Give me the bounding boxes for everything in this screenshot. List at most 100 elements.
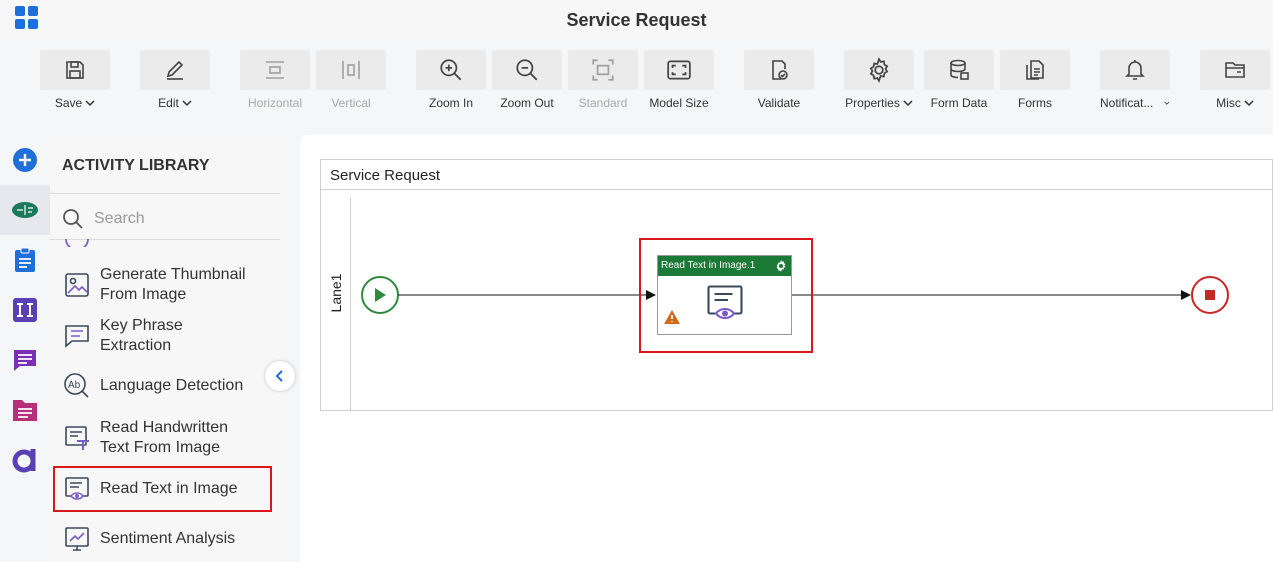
document-icon [13,400,37,421]
sentiment-icon [65,527,89,551]
library-item-label-line2: Extraction [100,337,172,354]
gear-icon [869,57,889,83]
model-size-button[interactable]: Model Size [644,50,714,116]
library-item-label: Sentiment Analysis [100,530,236,547]
rail-apps-button[interactable] [0,435,50,485]
clipboard-icon [15,247,35,272]
rail-integration-button[interactable] [0,285,50,335]
standard-label: Standard [578,96,628,110]
standard-size-icon [592,59,614,81]
integration-icon [13,298,37,322]
zoom-out-icon [516,59,538,81]
app-logo-icon [12,449,36,473]
library-header: ACTIVITY LIBRARY [62,157,210,174]
validate-icon [772,60,788,80]
rail-tasks-button[interactable] [0,235,50,285]
task-header: Read Text in Image.1 [658,256,791,276]
forms-button[interactable]: Forms [1000,50,1070,116]
handwritten-text-icon [65,426,89,450]
model-size-icon [667,60,691,80]
save-icon [66,61,84,79]
zoom-out-label: Zoom Out [500,96,554,110]
chevron-left-icon [275,370,283,382]
properties-label: Properties [845,96,900,110]
read-text-icon [707,285,743,320]
library-item-label-line2: From Image [100,286,187,303]
library-item-sentiment-analysis[interactable]: Sentiment Analysis [54,524,272,554]
toolbar: Save Edit Horizontal Vertical Zoom In Zo… [0,40,1273,116]
folder-icon [1225,62,1245,78]
library-item-read-text-in-image[interactable]: Read Text in Image [54,474,272,504]
form-data-button[interactable]: Form Data [924,50,994,116]
forms-label: Forms [1018,96,1052,110]
edit-button[interactable]: Edit [140,50,210,116]
library-item-label: Read Text in Image [100,480,238,497]
rail-documents-button[interactable] [0,385,50,435]
notifications-label: Notificat... [1100,96,1154,110]
vertical-layout-icon [342,61,360,79]
search-icon [63,209,83,229]
collapse-panel-button[interactable] [265,361,295,391]
misc-label: Misc [1216,96,1241,110]
message-icon [14,350,36,371]
rail-messages-button[interactable] [0,335,50,385]
read-text-icon [65,477,89,500]
rail-ai-button[interactable] [0,185,50,235]
language-detection-icon: Ab [64,373,89,398]
task-title: Read Text in Image.1 [661,260,756,271]
notifications-button[interactable]: Notificat... [1100,50,1170,116]
rail-add-button[interactable] [0,135,50,185]
flow-diagram [361,276,1229,314]
page-title: Service Request [566,10,707,30]
library-item-label-line2: Text From Image [100,439,221,456]
library-item-label-line1: Key Phrase [100,317,183,334]
process-pool[interactable]: Service Request Lane1 Read Text in Image… [320,159,1273,411]
chevron-down-icon [1244,100,1254,107]
left-rail [0,135,50,562]
start-event[interactable] [361,276,399,314]
database-icon [950,59,969,80]
vertical-label: Vertical [331,96,371,110]
validate-button[interactable]: Validate [744,50,814,116]
vertical-button[interactable]: Vertical [316,50,386,116]
validate-label: Validate [757,96,801,110]
forms-icon [1026,60,1044,80]
zoom-out-button[interactable]: Zoom Out [492,50,562,116]
horizontal-label: Horizontal [247,96,303,110]
warning-icon [664,310,680,324]
properties-button[interactable]: Properties [844,50,914,116]
add-circle-icon [13,148,37,172]
horizontal-button[interactable]: Horizontal [240,50,310,116]
library-item-key-phrase[interactable]: Key Phrase Extraction [54,316,272,356]
process-canvas[interactable]: Service Request Lane1 Read Text in Image… [300,135,1273,562]
divider [50,193,280,194]
end-event[interactable] [1191,276,1229,314]
library-item-language-detection[interactable]: Ab Language Detection [54,371,272,401]
library-item-generate-thumbnail[interactable]: Generate Thumbnail From Image [54,265,272,305]
library-item-label-line1: Generate Thumbnail [100,266,246,283]
brain-icon [12,202,38,218]
edit-icon [166,60,184,80]
key-phrase-icon [65,325,89,348]
library-item-read-handwritten[interactable]: Read Handwritten Text From Image [54,418,272,458]
horizontal-layout-icon [266,61,284,79]
chevron-down-icon [182,100,192,107]
standard-button[interactable]: Standard [568,50,638,116]
save-label: Save [54,96,83,110]
zoom-in-label: Zoom In [428,96,473,110]
zoom-in-button[interactable]: Zoom In [416,50,486,116]
bell-icon [1125,60,1145,80]
svg-text:Ab: Ab [68,380,81,391]
thumbnail-icon [65,273,89,297]
save-button[interactable]: Save [40,50,110,116]
gear-icon[interactable] [774,259,788,273]
activity-library-panel: ACTIVITY LIBRARY Generate Thumbnail From … [50,135,280,562]
edit-label: Edit [158,96,179,110]
misc-button[interactable]: Misc [1200,50,1270,116]
model-size-label: Model Size [649,96,709,110]
partial-list-item-icon [64,239,90,247]
task-read-text-in-image[interactable]: Read Text in Image.1 [657,255,792,335]
zoom-in-icon [440,59,462,81]
library-search-input[interactable] [94,207,264,231]
chevron-down-icon [1164,101,1170,105]
